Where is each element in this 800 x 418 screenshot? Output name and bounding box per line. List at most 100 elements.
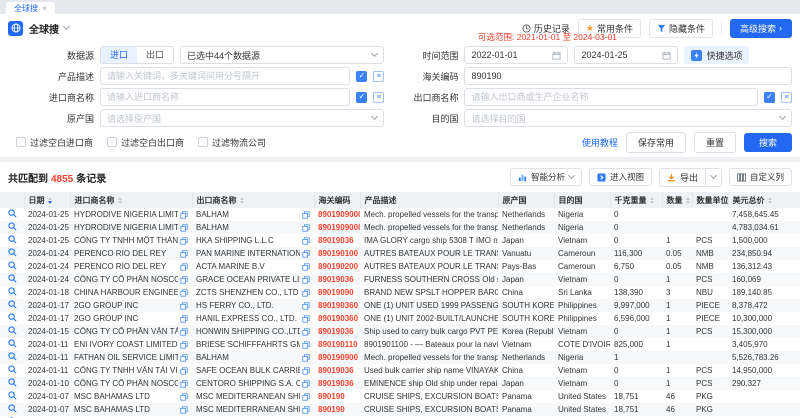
- copy-icon[interactable]: [180, 354, 188, 362]
- importer-input[interactable]: [107, 92, 343, 102]
- copy-icon[interactable]: [302, 380, 310, 388]
- import-toggle[interactable]: 进口: [101, 47, 137, 63]
- row-search-icon[interactable]: [8, 300, 17, 309]
- row-search-icon[interactable]: [8, 222, 17, 231]
- copy-icon[interactable]: [180, 211, 188, 219]
- sort-icon[interactable]: [240, 197, 244, 204]
- cell-hs-code[interactable]: 89019090: [314, 286, 360, 299]
- batch-input-icon[interactable]: ≡: [781, 92, 792, 103]
- copy-icon[interactable]: [302, 328, 310, 336]
- copy-icon[interactable]: [302, 237, 310, 245]
- row-detail-button[interactable]: [0, 234, 24, 247]
- cell-hs-code[interactable]: 890190: [314, 403, 360, 416]
- copy-icon[interactable]: [302, 289, 310, 297]
- save-common-button[interactable]: 保存常用: [626, 132, 686, 153]
- copy-icon[interactable]: [180, 380, 188, 388]
- copy-icon[interactable]: [180, 367, 188, 375]
- row-search-icon[interactable]: [8, 313, 17, 322]
- export-more-button[interactable]: [705, 169, 721, 186]
- copy-icon[interactable]: [180, 224, 188, 232]
- cell-hs-code[interactable]: 890190110: [314, 338, 360, 351]
- col-header-8[interactable]: 数量: [662, 192, 692, 208]
- copy-icon[interactable]: [302, 276, 310, 284]
- copy-icon[interactable]: [302, 211, 310, 219]
- copy-icon[interactable]: [302, 354, 310, 362]
- col-header-1[interactable]: 进口商名称: [70, 192, 192, 208]
- dest-country-select[interactable]: 请选择目的国: [464, 109, 792, 127]
- row-search-icon[interactable]: [8, 365, 17, 374]
- cell-hs-code[interactable]: 890190900: [314, 351, 360, 364]
- copy-icon[interactable]: [302, 250, 310, 258]
- batch-input-icon[interactable]: ≡: [373, 71, 384, 82]
- copy-icon[interactable]: [180, 393, 188, 401]
- copy-icon[interactable]: [302, 393, 310, 401]
- copy-icon[interactable]: [180, 341, 188, 349]
- batch-input-icon[interactable]: ≡: [373, 92, 384, 103]
- copy-icon[interactable]: [180, 289, 188, 297]
- row-search-icon[interactable]: [8, 391, 17, 400]
- row-detail-button[interactable]: [0, 364, 24, 377]
- copy-icon[interactable]: [302, 224, 310, 232]
- cell-hs-code[interactable]: 890190100: [314, 247, 360, 260]
- tab-global-search[interactable]: 全球搜 ×: [6, 2, 55, 14]
- date-to-input[interactable]: 2024-01-25: [574, 46, 678, 64]
- advanced-search-button[interactable]: 高级搜索›: [730, 19, 792, 38]
- copy-icon[interactable]: [302, 406, 310, 414]
- exact-match-toggle-icon[interactable]: ✓: [356, 71, 367, 82]
- row-search-icon[interactable]: [8, 326, 17, 335]
- cell-hs-code[interactable]: 89019036: [314, 273, 360, 286]
- copy-icon[interactable]: [302, 341, 310, 349]
- row-search-icon[interactable]: [8, 404, 17, 413]
- customize-columns-button[interactable]: 自定义列: [729, 168, 792, 186]
- cell-hs-code[interactable]: 89019036: [314, 377, 360, 390]
- search-button[interactable]: 搜索: [744, 133, 792, 152]
- sort-icon[interactable]: [118, 197, 122, 204]
- exporter-input[interactable]: [471, 92, 751, 102]
- row-search-icon[interactable]: [8, 209, 17, 218]
- hs-code-input[interactable]: [471, 71, 785, 81]
- cell-hs-code[interactable]: 8901909000: [314, 208, 360, 221]
- exact-match-toggle-icon[interactable]: ✓: [356, 92, 367, 103]
- row-detail-button[interactable]: [0, 208, 24, 221]
- chevron-down-icon[interactable]: [63, 23, 70, 30]
- col-header-0[interactable]: 日期: [24, 192, 70, 208]
- copy-icon[interactable]: [180, 237, 188, 245]
- copy-icon[interactable]: [180, 250, 188, 258]
- cell-hs-code[interactable]: 890190360: [314, 299, 360, 312]
- exact-match-toggle-icon[interactable]: ✓: [764, 92, 775, 103]
- product-desc-input[interactable]: [107, 71, 343, 81]
- cell-hs-code[interactable]: 890190360: [314, 312, 360, 325]
- row-search-icon[interactable]: [8, 287, 17, 296]
- cell-hs-code[interactable]: 890190200: [314, 260, 360, 273]
- row-search-icon[interactable]: [8, 352, 17, 361]
- enter-view-button[interactable]: 进入视图: [589, 168, 652, 186]
- row-detail-button[interactable]: [0, 377, 24, 390]
- copy-icon[interactable]: [302, 302, 310, 310]
- cell-hs-code[interactable]: 89019036: [314, 364, 360, 377]
- filter-logistics-checkbox[interactable]: 过滤物流公司: [198, 136, 266, 149]
- row-detail-button[interactable]: [0, 403, 24, 416]
- tab-close-icon[interactable]: ×: [42, 4, 47, 13]
- row-search-icon[interactable]: [8, 248, 17, 257]
- cell-hs-code[interactable]: 89019036: [314, 234, 360, 247]
- copy-icon[interactable]: [180, 406, 188, 414]
- col-header-10[interactable]: 美元总价: [728, 192, 800, 208]
- row-detail-button[interactable]: [0, 286, 24, 299]
- copy-icon[interactable]: [302, 263, 310, 271]
- data-source-select[interactable]: 已选中44个数据源: [180, 46, 384, 64]
- sort-icon[interactable]: [686, 197, 690, 204]
- row-detail-button[interactable]: [0, 390, 24, 403]
- copy-icon[interactable]: [302, 315, 310, 323]
- row-detail-button[interactable]: [0, 351, 24, 364]
- copy-icon[interactable]: [302, 367, 310, 375]
- row-detail-button[interactable]: [0, 247, 24, 260]
- copy-icon[interactable]: [180, 328, 188, 336]
- filter-blank-importer-checkbox[interactable]: 过滤空白进口商: [16, 136, 93, 149]
- row-detail-button[interactable]: [0, 299, 24, 312]
- row-detail-button[interactable]: [0, 273, 24, 286]
- row-detail-button[interactable]: [0, 221, 24, 234]
- sort-icon[interactable]: [768, 197, 772, 204]
- smart-analysis-button[interactable]: 智能分析: [510, 168, 582, 186]
- row-detail-button[interactable]: [0, 325, 24, 338]
- col-header-7[interactable]: 千克重量: [610, 192, 662, 208]
